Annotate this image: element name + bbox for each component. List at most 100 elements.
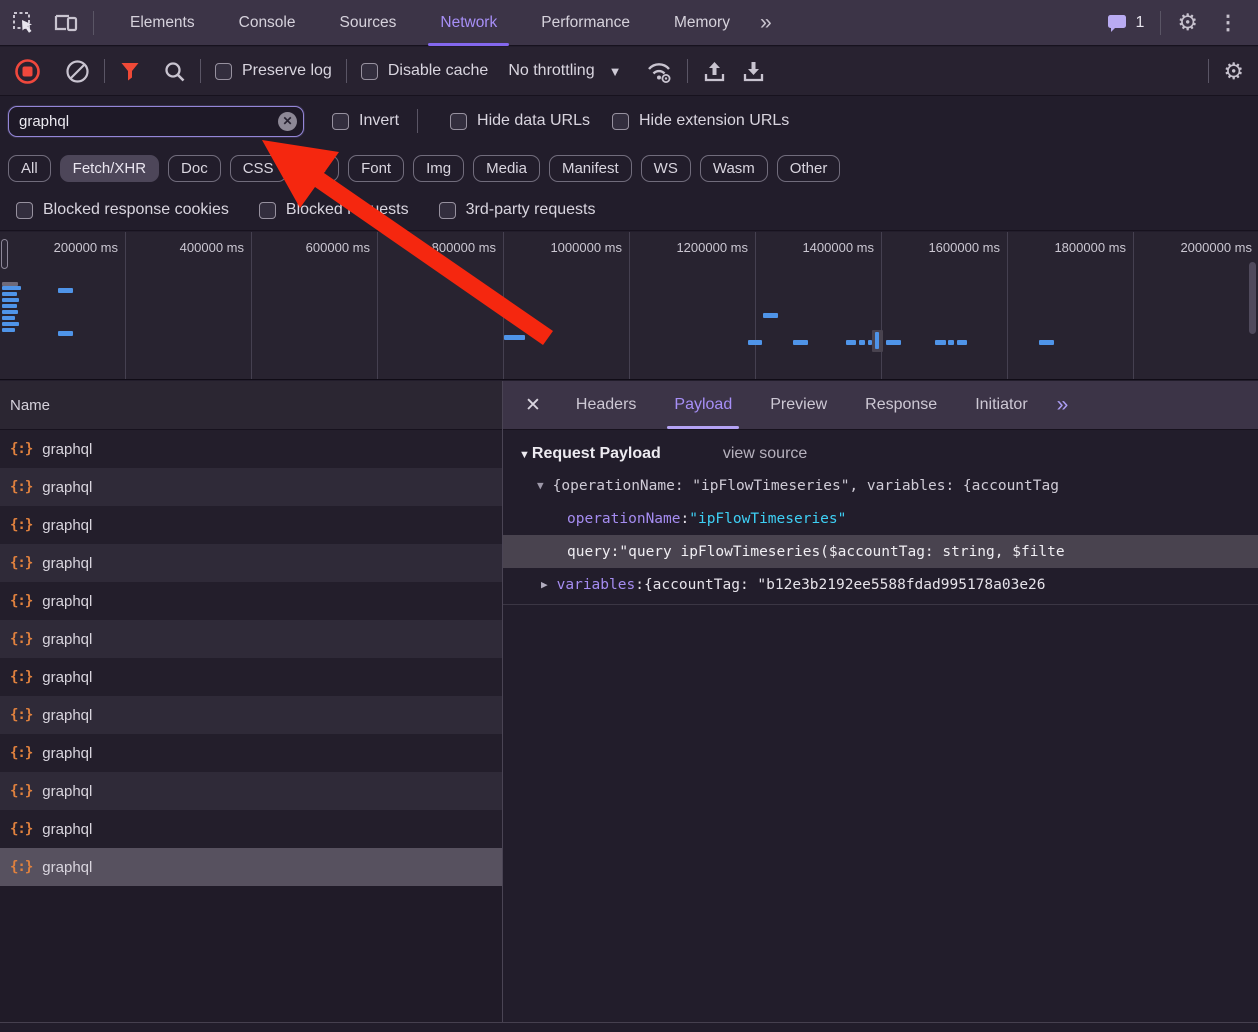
network-main-area: Name {:} graphql {:} graphql {:} graphql [0, 381, 1258, 1022]
chevron-down-icon: ▼ [609, 64, 622, 79]
request-row[interactable]: {:} graphql [0, 658, 502, 696]
request-row[interactable]: {:} graphql [0, 582, 502, 620]
view-source-link[interactable]: view source [723, 445, 807, 463]
topbar-divider [93, 11, 94, 35]
import-har-icon[interactable] [702, 59, 727, 84]
request-row[interactable]: {:} graphql [0, 620, 502, 658]
payload-variables-row[interactable]: ▶ variables: {accountTag: "b12e3b2192ee5… [503, 568, 1258, 601]
timeline-bar [2, 286, 21, 290]
timeline-left-handle[interactable] [1, 239, 8, 269]
details-tab[interactable]: Payload [655, 381, 751, 429]
issues-counter[interactable]: 1 [1106, 13, 1144, 33]
request-row[interactable]: {:} graphql [0, 696, 502, 734]
checkbox-box [361, 63, 378, 80]
clear-filter-icon[interactable]: ✕ [278, 112, 297, 131]
request-row[interactable]: {:} graphql [0, 506, 502, 544]
payload-root-row[interactable]: ▼ {operationName: "ipFlowTimeseries", va… [503, 469, 1258, 502]
record-network-log-button[interactable] [14, 58, 41, 85]
details-more-tabs-icon[interactable]: » [1047, 381, 1077, 429]
type-chip[interactable]: Other [777, 155, 841, 182]
details-tab[interactable]: Headers [557, 381, 655, 429]
blocked-response-cookies-checkbox[interactable]: Blocked response cookies [16, 201, 229, 219]
request-row[interactable]: {:} graphql [0, 848, 502, 886]
filter-funnel-icon[interactable] [119, 60, 141, 82]
type-chip[interactable]: Fetch/XHR [60, 155, 159, 182]
name-column-header[interactable]: Name [0, 381, 502, 430]
type-chip[interactable]: Img [413, 155, 464, 182]
details-tab[interactable]: Response [846, 381, 956, 429]
timeline-bar [2, 316, 15, 320]
panel-tab[interactable]: Console [217, 0, 318, 46]
network-overview-timeline[interactable]: 200000 ms400000 ms600000 ms800000 ms1000… [0, 232, 1258, 380]
json-request-icon: {:} [10, 745, 32, 761]
kebab-menu-icon[interactable]: ⋮ [1214, 10, 1242, 35]
preserve-log-checkbox[interactable]: Preserve log [215, 62, 332, 80]
json-request-icon: {:} [10, 707, 32, 723]
panel-tab[interactable]: Memory [652, 0, 752, 46]
network-conditions-icon[interactable] [645, 59, 673, 83]
request-name: graphql [42, 669, 92, 686]
hide-extension-urls-checkbox[interactable]: Hide extension URLs [612, 112, 789, 130]
timeline-bar [859, 340, 865, 345]
third-party-requests-checkbox[interactable]: 3rd-party requests [439, 201, 596, 219]
timeline-bar [763, 313, 778, 318]
type-chip[interactable]: Manifest [549, 155, 632, 182]
panel-tab[interactable]: Network [418, 0, 519, 46]
payload-query-row[interactable]: query: "query ipFlowTimeseries($accountT… [503, 535, 1258, 568]
type-chip[interactable]: All [8, 155, 51, 182]
filter-input[interactable] [9, 113, 303, 130]
details-tab[interactable]: Preview [751, 381, 846, 429]
settings-gear-icon[interactable]: ⚙ [1177, 11, 1198, 34]
close-details-icon[interactable]: ✕ [503, 381, 557, 429]
device-toolbar-icon[interactable] [53, 11, 79, 34]
type-chip[interactable]: CSS [230, 155, 287, 182]
export-har-icon[interactable] [741, 59, 766, 84]
type-chip[interactable]: WS [641, 155, 691, 182]
request-payload-title[interactable]: ▼Request Payload [519, 445, 661, 463]
type-chip[interactable]: JS [296, 155, 340, 182]
hide-data-urls-label: Hide data URLs [477, 112, 590, 130]
search-icon[interactable] [163, 60, 186, 83]
timeline-bar [1039, 340, 1054, 345]
panel-tab[interactable]: Elements [108, 0, 217, 46]
type-chip[interactable]: Wasm [700, 155, 768, 182]
payload-string-value: "ipFlowTimeseries" [689, 511, 846, 527]
payload-separator [503, 604, 1258, 605]
blocked-requests-checkbox[interactable]: Blocked requests [259, 201, 409, 219]
request-name: graphql [42, 707, 92, 724]
request-row[interactable]: {:} graphql [0, 734, 502, 772]
details-tab[interactable]: Initiator [956, 381, 1046, 429]
request-row[interactable]: {:} graphql [0, 772, 502, 810]
network-settings-gear-icon[interactable]: ⚙ [1223, 60, 1244, 83]
message-bubble-icon [1106, 13, 1128, 33]
invert-checkbox[interactable]: Invert [332, 112, 399, 130]
payload-key: query [567, 544, 611, 560]
timeline-scrollbar-thumb[interactable] [1249, 262, 1256, 334]
toolbar-divider-2 [200, 59, 201, 83]
details-tab-bar: ✕ HeadersPayloadPreviewResponseInitiator… [503, 381, 1258, 430]
checkbox-box [215, 63, 232, 80]
toolbar-divider-4 [687, 59, 688, 83]
throttling-dropdown[interactable]: No throttling ▼ [508, 62, 621, 80]
collapse-triangle-icon: ▼ [519, 449, 530, 461]
request-row[interactable]: {:} graphql [0, 810, 502, 848]
json-request-icon: {:} [10, 631, 32, 647]
type-chip[interactable]: Doc [168, 155, 221, 182]
panel-tab[interactable]: Performance [519, 0, 652, 46]
request-row[interactable]: {:} graphql [0, 430, 502, 468]
disable-cache-checkbox[interactable]: Disable cache [361, 62, 489, 80]
bottom-edge-bar [0, 1022, 1258, 1032]
request-row[interactable]: {:} graphql [0, 544, 502, 582]
more-tabs-icon[interactable]: » [752, 11, 778, 35]
payload-operation-row[interactable]: operationName: "ipFlowTimeseries" [503, 502, 1258, 535]
request-row[interactable]: {:} graphql [0, 468, 502, 506]
devtools-topbar: ElementsConsoleSourcesNetworkPerformance… [0, 0, 1258, 46]
hide-data-urls-checkbox[interactable]: Hide data URLs [450, 112, 590, 130]
type-chip[interactable]: Media [473, 155, 540, 182]
inspect-element-icon[interactable] [12, 11, 35, 34]
throttling-value: No throttling [508, 62, 594, 80]
request-name: graphql [42, 441, 92, 458]
type-chip[interactable]: Font [348, 155, 404, 182]
panel-tab[interactable]: Sources [318, 0, 419, 46]
clear-network-log-button[interactable] [65, 59, 90, 84]
